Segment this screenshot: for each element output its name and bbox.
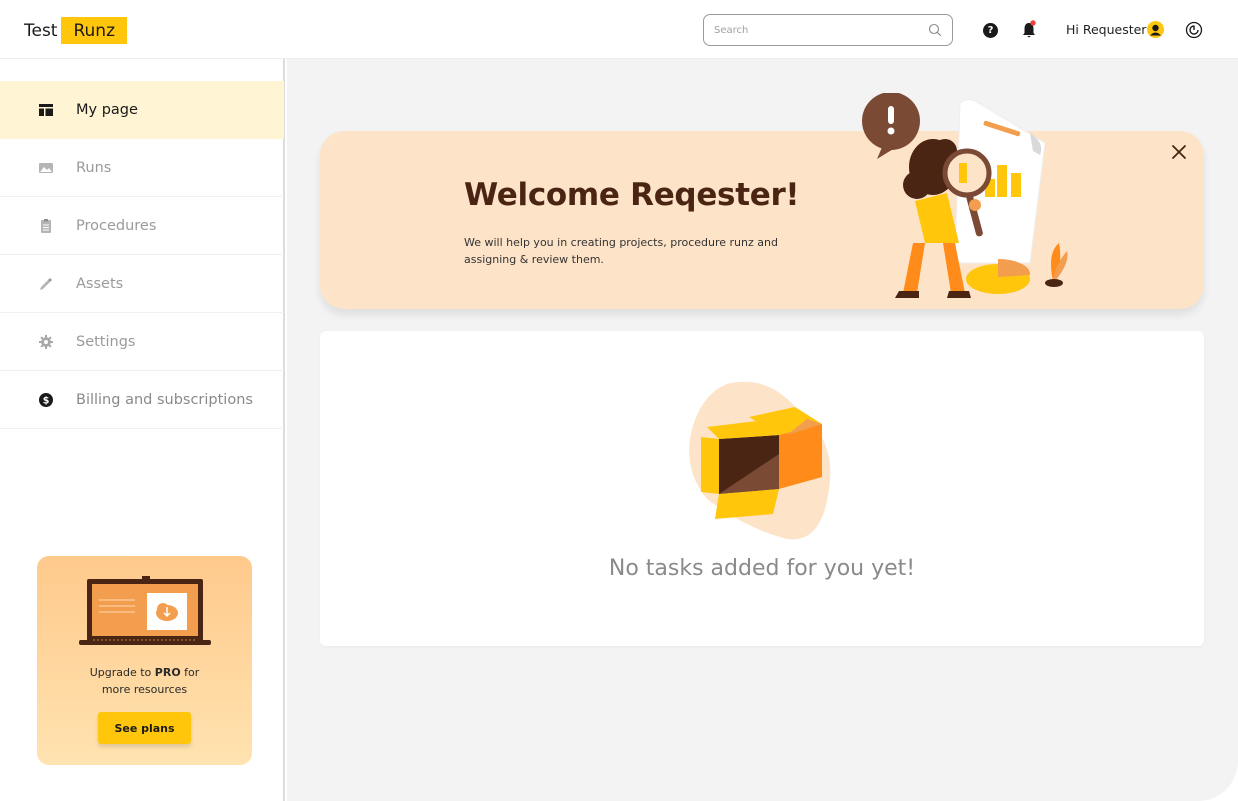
- top-header: Test Runz ? Hi Requester: [0, 0, 1238, 59]
- search-icon[interactable]: [928, 23, 942, 37]
- app-logo[interactable]: Test Runz: [24, 17, 128, 44]
- woman-magnifier-illustration: [862, 93, 1068, 298]
- sidebar-item-label: Assets: [76, 275, 124, 292]
- sidebar-item-label: Procedures: [76, 217, 157, 234]
- user-avatar-icon[interactable]: [1147, 21, 1164, 38]
- empty-box-illustration: [689, 381, 831, 540]
- promo-text-prefix: Upgrade to: [89, 666, 152, 679]
- sidebar-item-settings[interactable]: Settings: [0, 313, 284, 371]
- upgrade-promo-card: Upgrade to PRO for more resources See pl…: [37, 556, 252, 765]
- sidebar-item-billing[interactable]: $ Billing and subscriptions: [0, 371, 284, 429]
- image-icon: [39, 162, 53, 173]
- promo-text-line2: more resources: [101, 683, 188, 696]
- tasks-panel: No tasks added for you yet!: [320, 331, 1204, 646]
- sidebar-item-my-page[interactable]: My page: [0, 81, 284, 139]
- welcome-subtitle: We will help you in creating projects, p…: [464, 236, 778, 266]
- welcome-title: Welcome Reqester!: [464, 177, 800, 213]
- clipboard-icon: [41, 218, 51, 233]
- search-box[interactable]: [703, 14, 953, 46]
- svg-text:$: $: [43, 395, 50, 406]
- search-input[interactable]: [714, 24, 928, 36]
- empty-tasks-message: No tasks added for you yet!: [608, 556, 916, 581]
- welcome-banner: Welcome Reqester! We will help you in cr…: [320, 93, 1204, 309]
- sidebar-item-runs[interactable]: Runs: [0, 139, 284, 197]
- sidebar-item-label: My page: [76, 102, 138, 118]
- bell-icon[interactable]: [1021, 20, 1037, 40]
- laptop-download-illustration: [79, 576, 211, 645]
- see-plans-button[interactable]: See plans: [98, 712, 191, 744]
- sidebar-item-procedures[interactable]: Procedures: [0, 197, 284, 255]
- gear-icon: [39, 334, 53, 349]
- promo-text: Upgrade to PRO for more resources: [37, 664, 252, 698]
- logo-text-test: Test: [24, 20, 58, 41]
- user-greeting: Hi Requester: [1066, 22, 1147, 37]
- promo-text-suffix: for: [184, 666, 200, 679]
- sidebar-item-label: Runs: [76, 159, 112, 176]
- sidebar: My page Runs Procedures Assets Settings …: [0, 59, 285, 801]
- help-icon[interactable]: ?: [983, 23, 998, 38]
- logo-text-runz: Runz: [61, 17, 128, 44]
- logout-icon[interactable]: [1185, 21, 1203, 39]
- main-content: Welcome Reqester! We will help you in cr…: [287, 59, 1238, 801]
- promo-text-pro: PRO: [154, 666, 181, 679]
- pipette-icon: [40, 277, 52, 290]
- dollar-circle-icon: $: [39, 392, 53, 407]
- sidebar-item-label: Settings: [76, 333, 136, 350]
- sidebar-item-assets[interactable]: Assets: [0, 255, 284, 313]
- dashboard-icon: [39, 104, 53, 116]
- sidebar-item-label: Billing and subscriptions: [76, 391, 253, 408]
- close-icon[interactable]: [1170, 143, 1188, 161]
